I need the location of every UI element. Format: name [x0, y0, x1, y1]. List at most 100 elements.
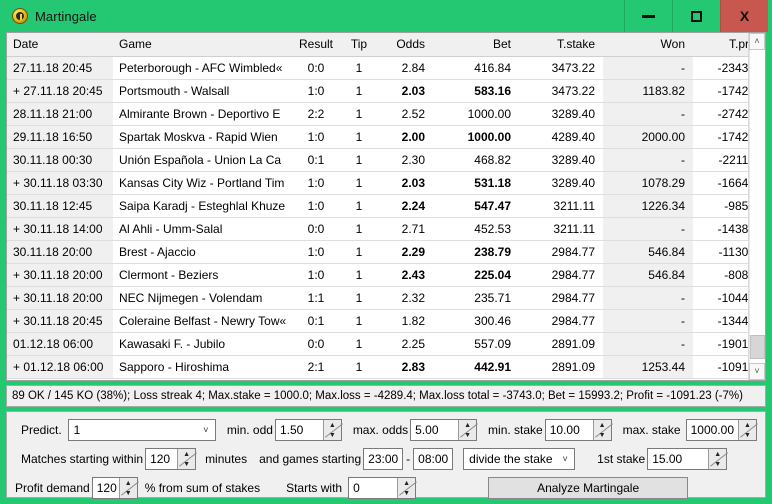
table-row[interactable]: 01.12.18 06:00Kawasaki F. - Jubilo0:012.… — [7, 333, 766, 356]
table-row[interactable]: + 30.11.18 20:45Coleraine Belfast - Newr… — [7, 310, 766, 333]
max-stake-spin-buttons[interactable]: ▲ ▼ — [738, 420, 756, 440]
column-header-date[interactable]: Date — [7, 33, 113, 57]
table-row[interactable]: + 30.11.18 20:00Clermont - Beziers1:012.… — [7, 264, 766, 287]
time-from-input[interactable]: 23:00 — [363, 448, 403, 470]
max-odds-spinner[interactable]: 5.00 ▲ ▼ — [410, 419, 477, 441]
profit-demand-label: Profit demand — [15, 481, 90, 495]
spin-up-icon[interactable]: ▲ — [324, 420, 341, 430]
cell-date: + 30.11.18 20:00 — [7, 264, 113, 287]
minimize-button[interactable] — [624, 0, 672, 32]
spin-down-icon[interactable]: ▼ — [398, 488, 415, 498]
scroll-down-button[interactable]: ˅ — [749, 363, 765, 380]
column-header-odds[interactable]: Odds — [377, 33, 433, 57]
grid-vertical-scrollbar[interactable]: ˄ ˅ — [748, 33, 765, 380]
starts-with-spin-buttons[interactable]: ▲ ▼ — [397, 478, 415, 498]
min-odd-spin-buttons[interactable]: ▲ ▼ — [323, 420, 341, 440]
strategy-select[interactable]: divide the stake ˅ — [463, 448, 575, 470]
cell-tip: 1 — [343, 57, 377, 80]
column-header-game[interactable]: Game — [113, 33, 291, 57]
spin-up-icon[interactable]: ▲ — [709, 449, 726, 459]
table-row[interactable]: 27.11.18 20:45Peterborough - AFC Wimbled… — [7, 57, 766, 80]
time-from-value: 23:00 — [368, 452, 398, 466]
status-bar: 89 OK / 145 KO (38%); Loss streak 4; Max… — [6, 385, 766, 407]
spin-up-icon[interactable]: ▲ — [398, 478, 415, 488]
predict-select[interactable]: 1 ˅ — [68, 419, 216, 441]
cell-odds: 2.32 — [377, 287, 433, 310]
matches-within-spin-buttons[interactable]: ▲ ▼ — [177, 449, 195, 469]
cell-result: 0:0 — [291, 333, 343, 356]
spin-up-icon[interactable]: ▲ — [739, 420, 756, 430]
cell-odds: 2.25 — [377, 333, 433, 356]
profit-demand-spinner[interactable]: 120 ▲ ▼ — [92, 477, 138, 499]
cell-tip: 1 — [343, 310, 377, 333]
cell-date: 01.12.18 06:00 — [7, 333, 113, 356]
scrollbar-track[interactable] — [749, 50, 765, 363]
spin-down-icon[interactable]: ▼ — [594, 430, 611, 440]
min-odd-label: min. odd — [227, 423, 273, 437]
cell-tip: 1 — [343, 195, 377, 218]
cell-result: 1:0 — [291, 172, 343, 195]
table-row[interactable]: + 30.11.18 20:00NEC Nijmegen - Volendam1… — [7, 287, 766, 310]
cell-result: 1:0 — [291, 126, 343, 149]
starts-with-spinner[interactable]: 0 ▲ ▼ — [348, 477, 416, 499]
cell-bet: 416.84 — [433, 57, 519, 80]
analyze-martingale-button[interactable]: Analyze Martingale — [488, 477, 688, 499]
cell-result: 2:2 — [291, 103, 343, 126]
min-stake-spinner[interactable]: 10.00 ▲ ▼ — [545, 419, 612, 441]
table-row[interactable]: 29.11.18 16:50Spartak Moskva - Rapid Wie… — [7, 126, 766, 149]
cell-date: + 27.11.18 20:45 — [7, 80, 113, 103]
table-row[interactable]: + 30.11.18 03:30Kansas City Wiz - Portla… — [7, 172, 766, 195]
table-row[interactable]: + 01.12.18 06:00Sapporo - Hiroshima2:112… — [7, 356, 766, 379]
column-header-bet[interactable]: Bet — [433, 33, 519, 57]
column-header-result[interactable]: Result — [291, 33, 343, 57]
column-header-tip[interactable]: Tip — [343, 33, 377, 57]
time-to-input[interactable]: 08:00 — [413, 448, 453, 470]
cell-bet: 547.47 — [433, 195, 519, 218]
table-row[interactable]: + 27.11.18 20:45Portsmouth - Walsall1:01… — [7, 80, 766, 103]
max-odds-spin-buttons[interactable]: ▲ ▼ — [458, 420, 476, 440]
window-controls: X — [624, 0, 772, 32]
cell-result: 0:0 — [291, 57, 343, 80]
matches-within-spinner[interactable]: 120 ▲ ▼ — [145, 448, 196, 470]
spin-down-icon[interactable]: ▼ — [709, 459, 726, 469]
table-row[interactable]: 28.11.18 21:00Almirante Brown - Deportiv… — [7, 103, 766, 126]
table-row[interactable]: 30.11.18 00:30Unión Española - Union La … — [7, 149, 766, 172]
spin-up-icon[interactable]: ▲ — [178, 449, 195, 459]
scroll-up-button[interactable]: ˄ — [749, 33, 765, 50]
title-bar-left: Martingale — [0, 0, 624, 32]
cell-odds: 2.29 — [377, 241, 433, 264]
cell-date: 28.11.18 21:00 — [7, 103, 113, 126]
table-row[interactable]: 30.11.18 20:00Brest - Ajaccio1:012.29238… — [7, 241, 766, 264]
cell-result: 1:1 — [291, 287, 343, 310]
table-row[interactable]: 30.11.18 12:45Saipa Karadj - Esteghlal K… — [7, 195, 766, 218]
cell-won: 546.84 — [603, 264, 693, 287]
spin-up-icon[interactable]: ▲ — [120, 478, 137, 488]
maximize-button[interactable] — [672, 0, 720, 32]
table-row[interactable]: + 30.11.18 14:00Al Ahli - Umm-Salal0:012… — [7, 218, 766, 241]
first-stake-spin-buttons[interactable]: ▲ ▼ — [708, 449, 726, 469]
cell-tstake: 2984.77 — [519, 241, 603, 264]
cell-odds: 2.00 — [377, 126, 433, 149]
spin-down-icon[interactable]: ▼ — [324, 430, 341, 440]
cell-game: Clermont - Beziers — [113, 264, 291, 287]
cell-result: 1:0 — [291, 241, 343, 264]
max-stake-spinner[interactable]: 1000.00 ▲ ▼ — [686, 419, 757, 441]
spin-up-icon[interactable]: ▲ — [594, 420, 611, 430]
cell-tstake: 2984.77 — [519, 264, 603, 287]
spin-down-icon[interactable]: ▼ — [120, 488, 137, 498]
profit-demand-spin-buttons[interactable]: ▲ ▼ — [119, 478, 137, 498]
first-stake-spinner[interactable]: 15.00 ▲ ▼ — [647, 448, 727, 470]
spin-down-icon[interactable]: ▼ — [459, 430, 476, 440]
spin-down-icon[interactable]: ▼ — [739, 430, 756, 440]
close-button[interactable]: X — [720, 0, 768, 32]
min-odd-spinner[interactable]: 1.50 ▲ ▼ — [275, 419, 342, 441]
spin-up-icon[interactable]: ▲ — [459, 420, 476, 430]
cell-tip: 1 — [343, 103, 377, 126]
column-header-won[interactable]: Won — [603, 33, 693, 57]
min-stake-spin-buttons[interactable]: ▲ ▼ — [593, 420, 611, 440]
time-range-dash: - — [403, 452, 413, 466]
scrollbar-thumb[interactable] — [750, 335, 765, 359]
cell-tip: 1 — [343, 356, 377, 379]
column-header-tstake[interactable]: T.stake — [519, 33, 603, 57]
spin-down-icon[interactable]: ▼ — [178, 459, 195, 469]
